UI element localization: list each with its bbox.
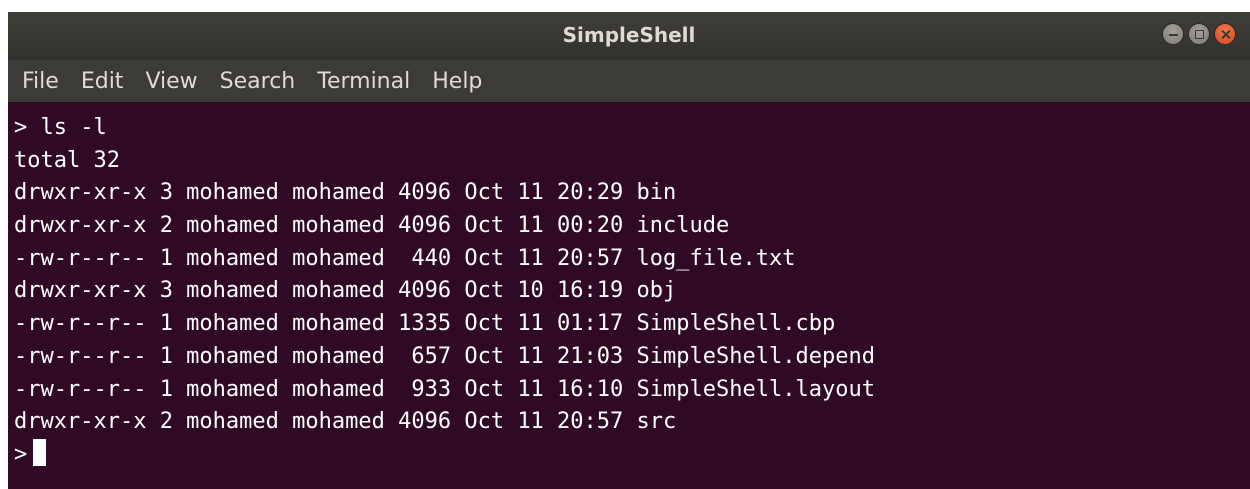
- menu-edit[interactable]: Edit: [81, 69, 124, 94]
- cursor: [33, 438, 47, 466]
- prompt-symbol: >: [14, 441, 28, 467]
- listing-row: -rw-r--r-- 1 mohamed mohamed 933 Oct 11 …: [14, 376, 875, 402]
- listing-row: drwxr-xr-x 2 mohamed mohamed 4096 Oct 11…: [14, 409, 677, 435]
- menu-file[interactable]: File: [22, 69, 59, 94]
- menu-terminal[interactable]: Terminal: [317, 69, 410, 94]
- maximize-icon[interactable]: [1188, 23, 1210, 45]
- listing-row: -rw-r--r-- 1 mohamed mohamed 1335 Oct 11…: [14, 311, 836, 337]
- listing-row: -rw-r--r-- 1 mohamed mohamed 440 Oct 11 …: [14, 245, 796, 271]
- menu-search[interactable]: Search: [220, 69, 296, 94]
- close-icon[interactable]: [1214, 23, 1236, 45]
- window-controls: [1162, 23, 1236, 45]
- total-line: total 32: [14, 147, 120, 173]
- listing-row: drwxr-xr-x 2 mohamed mohamed 4096 Oct 11…: [14, 213, 730, 239]
- listing-row: drwxr-xr-x 3 mohamed mohamed 4096 Oct 11…: [14, 180, 677, 206]
- menu-view[interactable]: View: [145, 69, 197, 94]
- command-line: > ls -l: [14, 115, 107, 140]
- terminal-window: SimpleShell File Edit View Search Termin…: [8, 12, 1250, 489]
- menu-help[interactable]: Help: [432, 69, 482, 94]
- listing-row: drwxr-xr-x 3 mohamed mohamed 4096 Oct 10…: [14, 278, 677, 304]
- prompt-line[interactable]: >: [14, 438, 1250, 472]
- title-bar[interactable]: SimpleShell: [8, 12, 1250, 60]
- minimize-icon[interactable]: [1162, 23, 1184, 45]
- menu-bar: File Edit View Search Terminal Help: [8, 60, 1250, 102]
- window-title: SimpleShell: [562, 23, 696, 47]
- listing-row: -rw-r--r-- 1 mohamed mohamed 657 Oct 11 …: [14, 343, 875, 369]
- terminal-output[interactable]: > ls -l total 32 drwxr-xr-x 3 mohamed mo…: [8, 112, 1250, 489]
